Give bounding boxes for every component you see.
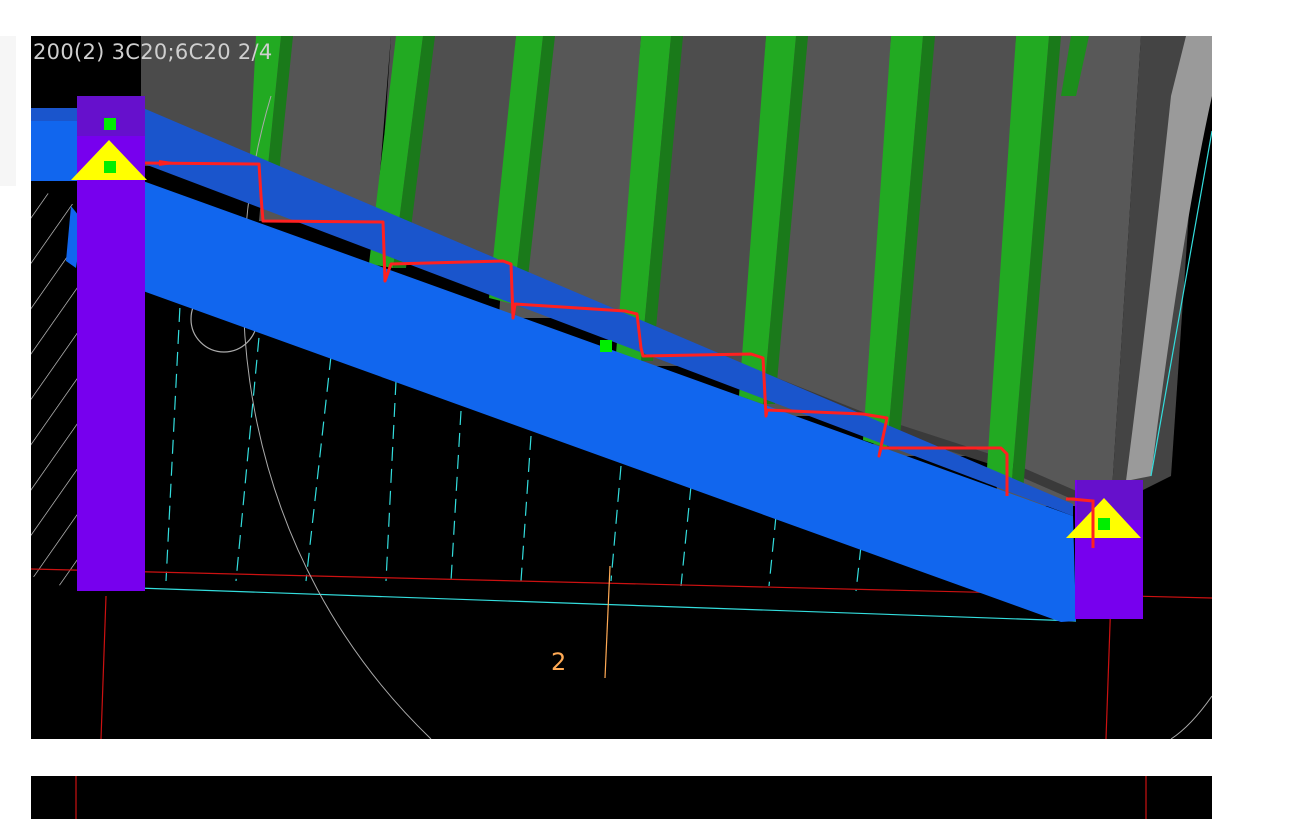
node-square-icon[interactable] [600,340,612,352]
axis-label: 2 [551,648,567,676]
selection-arc-right [1170,695,1212,739]
structure-scene[interactable] [31,36,1212,739]
cad-2d-viewport[interactable] [31,776,1212,819]
rebar-label: 200(2) 3C20;6C20 2/4 [33,40,273,64]
rebar-label-text: 200(2) 3C20;6C20 2/4 [33,40,273,64]
cad-3d-viewport[interactable]: 200(2) 3C20;6C20 2/4 2 [31,36,1212,739]
panel-edge [0,36,16,186]
grid-line-red-vertical [100,595,107,739]
node-square-icon[interactable] [104,161,116,173]
node-square-icon[interactable] [1098,518,1110,530]
node-square-icon[interactable] [104,118,116,130]
plan-scene [75,776,1147,819]
